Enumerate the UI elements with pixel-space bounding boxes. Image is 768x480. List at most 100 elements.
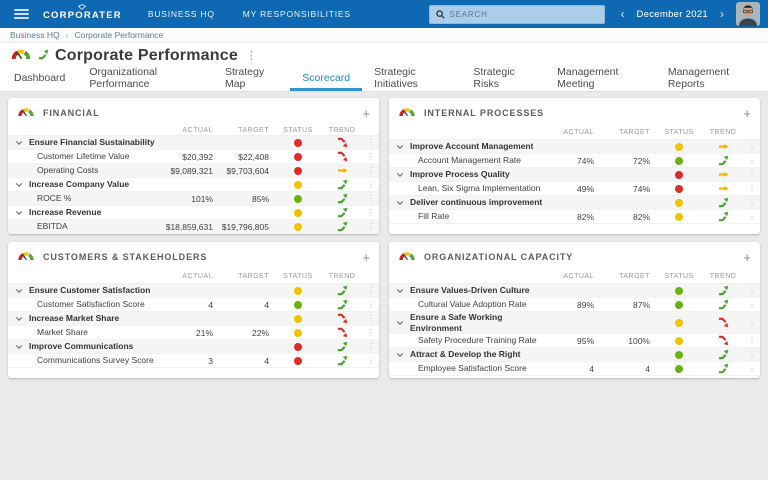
add-icon[interactable]: + — [743, 107, 751, 120]
status-badge — [275, 194, 321, 203]
avatar[interactable] — [736, 2, 760, 26]
period-label[interactable]: December 2021 — [637, 9, 709, 20]
chevron-down-icon[interactable] — [396, 288, 410, 294]
row-menu-icon[interactable]: ⋮ — [363, 194, 379, 203]
search-input[interactable] — [449, 9, 598, 19]
add-icon[interactable]: + — [743, 251, 751, 264]
row-menu-icon[interactable]: ⋮ — [363, 286, 379, 295]
table-row[interactable]: Ensure a Safe Working Environment ⋮ — [389, 312, 760, 335]
table-row[interactable]: Lean, Six Sigma Implementation 49% 74% ⋮ — [389, 182, 760, 196]
table-row[interactable]: Fill Rate 82% 82% ⋮ — [389, 210, 760, 224]
table-row[interactable]: Ensure Financial Sustainability ⋮ — [8, 136, 379, 150]
tab-strategy-map[interactable]: Strategy Map — [213, 66, 290, 91]
chevron-down-icon[interactable] — [15, 182, 29, 188]
row-menu-icon[interactable]: ⋮ — [363, 356, 379, 365]
tab-management-reports[interactable]: Management Reports — [656, 66, 766, 91]
chevron-down-icon[interactable] — [15, 140, 29, 146]
table-row[interactable]: ROCE % 101% 85% ⋮ — [8, 192, 379, 206]
actual-value: 74% — [576, 155, 594, 166]
row-menu-icon[interactable]: ⋮ — [744, 212, 760, 221]
chevron-down-icon[interactable] — [396, 320, 410, 326]
row-menu-icon[interactable]: ⋮ — [363, 328, 379, 337]
nav-my-responsibilities[interactable]: MY RESPONSIBILITIES — [243, 9, 351, 19]
tab-dashboard[interactable]: Dashboard — [2, 68, 77, 91]
table-row[interactable]: Communications Survey Score 3 4 ⋮ — [8, 354, 379, 368]
row-label: Increase Company Value — [29, 179, 130, 190]
column-actual: ACTUAL — [563, 128, 594, 136]
row-menu-icon[interactable]: ⋮ — [744, 198, 760, 207]
row-menu-icon[interactable]: ⋮ — [744, 286, 760, 295]
row-menu-icon[interactable]: ⋮ — [744, 300, 760, 309]
add-icon[interactable]: + — [362, 107, 370, 120]
row-menu-icon[interactable]: ⋮ — [363, 208, 379, 217]
tab-strategic-risks[interactable]: Strategic Risks — [461, 66, 545, 91]
row-menu-icon[interactable]: ⋮ — [744, 350, 760, 359]
chevron-down-icon[interactable] — [15, 288, 29, 294]
row-menu-icon[interactable]: ⋮ — [744, 142, 760, 151]
title-menu-icon[interactable]: ⋮ — [246, 49, 257, 62]
tab-management-meeting[interactable]: Management Meeting — [545, 66, 656, 91]
chevron-down-icon[interactable] — [15, 344, 29, 350]
table-row[interactable]: Safety Procedure Training Rate 95% 100% ⋮ — [389, 334, 760, 349]
period-next-button[interactable]: › — [718, 8, 726, 20]
table-row[interactable]: Market Share 21% 22% ⋮ — [8, 326, 379, 340]
table-row[interactable]: Ensure Values-Driven Culture ⋮ — [389, 284, 760, 298]
breadcrumb-business-hq[interactable]: Business HQ — [10, 30, 60, 40]
chevron-down-icon[interactable] — [15, 316, 29, 322]
table-row[interactable]: Improve Account Management ⋮ — [389, 140, 760, 154]
table-row[interactable]: Increase Company Value ⋮ — [8, 178, 379, 192]
row-menu-icon[interactable]: ⋮ — [363, 152, 379, 161]
table-row[interactable]: EBITDA $18,859,631 $19,796,805 ⋮ — [8, 220, 379, 234]
breadcrumb-corporate-performance[interactable]: Corporate Performance — [74, 30, 163, 40]
table-row[interactable]: Cultural Value Adoption Rate 89% 87% ⋮ — [389, 298, 760, 312]
period-prev-button[interactable]: ‹ — [619, 8, 627, 20]
table-row[interactable]: Increase Market Share ⋮ — [8, 312, 379, 326]
row-label: EBITDA — [37, 221, 68, 232]
table-row[interactable]: Increase Revenue ⋮ — [8, 206, 379, 220]
row-menu-icon[interactable]: ⋮ — [744, 364, 760, 373]
row-menu-icon[interactable]: ⋮ — [744, 170, 760, 179]
table-row[interactable]: Customer Lifetime Value $20,392 $22,408 ⋮ — [8, 150, 379, 164]
chevron-down-icon[interactable] — [396, 172, 410, 178]
row-menu-icon[interactable]: ⋮ — [363, 138, 379, 147]
row-menu-icon[interactable]: ⋮ — [363, 222, 379, 231]
tab-strategic-initiatives[interactable]: Strategic Initiatives — [362, 66, 461, 91]
table-row[interactable]: Improve Communications ⋮ — [8, 340, 379, 354]
column-actual: ACTUAL — [182, 272, 213, 280]
column-header-row: ACTUAL TARGET STATUS TREND — [8, 269, 379, 284]
row-menu-icon[interactable]: ⋮ — [363, 314, 379, 323]
row-menu-icon[interactable]: ⋮ — [744, 336, 760, 345]
tab-scorecard[interactable]: Scorecard — [290, 68, 363, 91]
search-box[interactable] — [428, 4, 605, 24]
chevron-down-icon[interactable] — [396, 200, 410, 206]
trend-up-icon — [321, 341, 363, 352]
row-menu-icon[interactable]: ⋮ — [363, 300, 379, 309]
row-menu-icon[interactable]: ⋮ — [363, 342, 379, 351]
table-row[interactable]: Attract & Develop the Right ⋮ — [389, 348, 760, 363]
row-menu-icon[interactable]: ⋮ — [363, 180, 379, 189]
table-row[interactable]: Operating Costs $9,089,321 $9,703,604 ⋮ — [8, 164, 379, 178]
column-status: STATUS — [283, 272, 313, 280]
chevron-down-icon[interactable] — [396, 352, 410, 358]
add-icon[interactable]: + — [362, 251, 370, 264]
table-row[interactable]: Customer Satisfaction Score 4 4 ⋮ — [8, 298, 379, 312]
status-badge — [656, 212, 702, 221]
table-row[interactable]: Ensure Customer Satisfaction ⋮ — [8, 284, 379, 298]
status-badge — [275, 222, 321, 231]
table-row[interactable]: Deliver continuous improvement ⋮ — [389, 196, 760, 210]
row-menu-icon[interactable]: ⋮ — [363, 166, 379, 175]
chevron-down-icon[interactable] — [396, 144, 410, 150]
row-label: Attract & Develop the Right — [410, 349, 521, 360]
row-menu-icon[interactable]: ⋮ — [744, 156, 760, 165]
tab-organizational-performance[interactable]: Organizational Performance — [77, 66, 213, 91]
table-row[interactable]: Improve Process Quality ⋮ — [389, 168, 760, 182]
row-menu-icon[interactable]: ⋮ — [744, 318, 760, 327]
row-menu-icon[interactable]: ⋮ — [744, 184, 760, 193]
logo-diamond-icon — [78, 4, 87, 10]
table-row[interactable]: Account Management Rate 74% 72% ⋮ — [389, 154, 760, 168]
chevron-down-icon[interactable] — [15, 210, 29, 216]
nav-business-hq[interactable]: BUSINESS HQ — [148, 9, 215, 19]
logo[interactable]: CORPORATER — [43, 4, 122, 21]
table-row[interactable]: Employee Satisfaction Score 4 4 ⋮ — [389, 362, 760, 377]
menu-icon[interactable] — [14, 9, 29, 19]
